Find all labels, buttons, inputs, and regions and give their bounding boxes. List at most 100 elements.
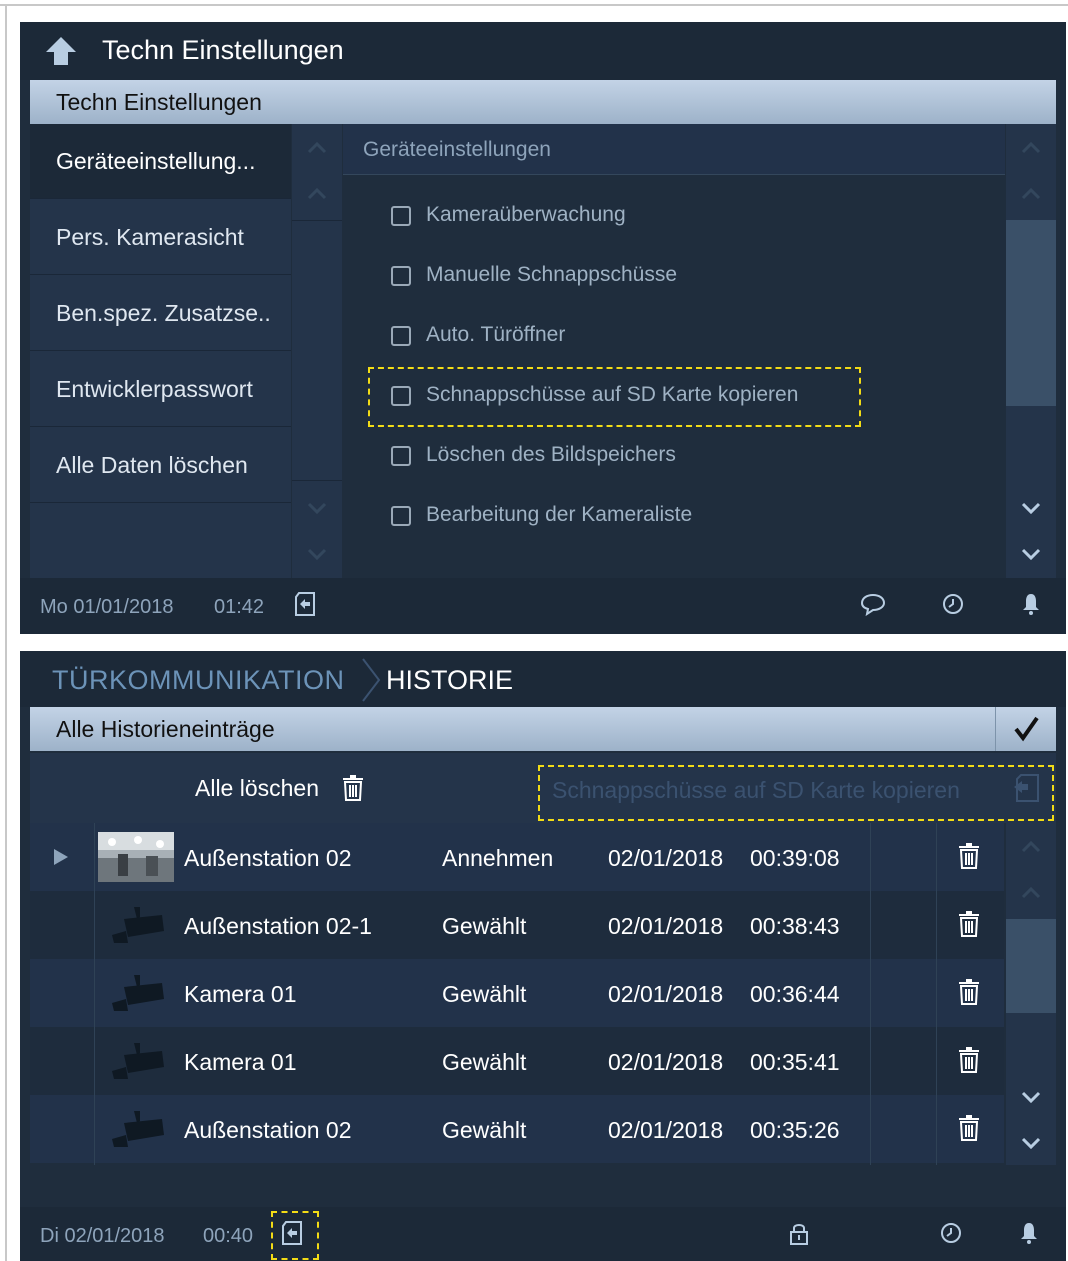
option-edit-camera-list[interactable]: Bearbeitung der Kameraliste bbox=[391, 500, 951, 536]
breadcrumb-parent[interactable]: TÜRKOMMUNIKATION bbox=[52, 665, 345, 696]
camera-icon bbox=[112, 975, 164, 1011]
entry-time: 00:35:41 bbox=[750, 1049, 840, 1075]
trash-icon[interactable] bbox=[958, 1047, 980, 1073]
breadcrumb: TÜRKOMMUNIKATION HISTORIE bbox=[20, 651, 1066, 707]
scroll-down-icon[interactable] bbox=[1021, 1091, 1041, 1103]
section-header[interactable]: Alle Historieneinträge bbox=[30, 707, 1056, 751]
entry-time: 00:36:44 bbox=[750, 981, 840, 1007]
status-time: 00:40 bbox=[203, 1225, 254, 1247]
entry-name: Kamera 01 bbox=[184, 981, 297, 1007]
checkbox[interactable] bbox=[391, 206, 411, 226]
option-manual-snapshots[interactable]: Manuelle Schnappschüsse bbox=[391, 260, 951, 296]
option-delete-image-memory[interactable]: Löschen des Bildspeichers bbox=[391, 440, 951, 476]
nav-item-label: Pers. Kamerasicht bbox=[56, 224, 244, 250]
camera-icon bbox=[112, 1043, 164, 1079]
scroll-top-icon[interactable] bbox=[1021, 142, 1041, 154]
checkbox[interactable] bbox=[391, 506, 411, 526]
snapshot-thumbnail[interactable] bbox=[98, 832, 174, 882]
play-icon[interactable] bbox=[52, 847, 70, 867]
scroll-top-icon[interactable] bbox=[1021, 841, 1041, 853]
nav-item-camera-view[interactable]: Pers. Kamerasicht bbox=[30, 200, 291, 275]
history-row[interactable]: Außenstation 02 Gewählt 02/01/2018 00:35… bbox=[30, 1095, 1004, 1163]
nav-item-delete-all-data[interactable]: Alle Daten löschen bbox=[30, 428, 291, 503]
message-icon[interactable] bbox=[860, 591, 886, 617]
nav-item-developer-password[interactable]: Entwicklerpasswort bbox=[30, 352, 291, 427]
content-scrollbar[interactable] bbox=[1006, 124, 1056, 578]
entry-date: 02/01/2018 bbox=[608, 981, 724, 1007]
history-clock-icon[interactable] bbox=[938, 1220, 964, 1246]
history-screen: TÜRKOMMUNIKATION HISTORIE Alle Historien… bbox=[20, 651, 1066, 1261]
settings-nav-list: Geräteeinstellung... Pers. Kamerasicht B… bbox=[30, 124, 291, 578]
checkmark-icon bbox=[1014, 716, 1039, 742]
option-label: Manuelle Schnappschüsse bbox=[426, 263, 677, 286]
trash-icon[interactable] bbox=[342, 775, 364, 801]
scroll-thumb[interactable] bbox=[1006, 220, 1056, 406]
breadcrumb-separator-icon bbox=[362, 658, 381, 702]
scroll-up-icon[interactable] bbox=[1021, 887, 1041, 899]
highlight-box bbox=[368, 367, 861, 427]
trash-icon[interactable] bbox=[958, 979, 980, 1005]
camera-icon bbox=[112, 907, 164, 943]
entry-name: Außenstation 02 bbox=[184, 1117, 352, 1143]
trash-icon[interactable] bbox=[958, 1115, 980, 1141]
option-camera-monitoring[interactable]: Kameraüberwachung bbox=[391, 200, 951, 236]
device-settings-content: Geräteeinstellungen Kameraüberwachung Ma… bbox=[343, 124, 1005, 578]
status-time: 01:42 bbox=[214, 596, 265, 618]
breadcrumb-current: HISTORIE bbox=[386, 665, 514, 695]
history-clock-icon[interactable] bbox=[940, 591, 966, 617]
back-arrow-icon[interactable] bbox=[44, 34, 78, 68]
nav-item-label: Ben.spez. Zusatzse.. bbox=[56, 300, 271, 326]
lock-icon[interactable] bbox=[786, 1220, 812, 1246]
bell-icon[interactable] bbox=[1018, 591, 1044, 617]
title-bar: Techn Einstellungen bbox=[20, 22, 1066, 80]
entry-date: 02/01/2018 bbox=[608, 913, 724, 939]
column-divider bbox=[936, 823, 937, 1165]
sd-card-export-icon[interactable] bbox=[292, 591, 318, 617]
option-label: Löschen des Bildspeichers bbox=[426, 443, 676, 466]
bell-icon[interactable] bbox=[1016, 1220, 1042, 1246]
section-header-label: Techn Einstellungen bbox=[56, 89, 262, 115]
scroll-thumb[interactable] bbox=[1006, 919, 1056, 1013]
status-date: Mo 01/01/2018 bbox=[40, 596, 174, 618]
column-divider bbox=[870, 823, 871, 1165]
confirm-button[interactable] bbox=[995, 707, 1056, 751]
scroll-bottom-icon[interactable] bbox=[1021, 1137, 1041, 1149]
entry-action: Gewählt bbox=[442, 981, 527, 1007]
entry-name: Außenstation 02-1 bbox=[184, 913, 372, 939]
entry-date: 02/01/2018 bbox=[608, 1049, 724, 1075]
delete-all-button[interactable]: Alle löschen bbox=[195, 775, 319, 802]
option-auto-door-opener[interactable]: Auto. Türöffner bbox=[391, 320, 951, 356]
history-row[interactable]: Kamera 01 Gewählt 02/01/2018 00:35:41 bbox=[30, 1027, 1004, 1095]
history-row[interactable]: Kamera 01 Gewählt 02/01/2018 00:36:44 bbox=[30, 959, 1004, 1027]
scroll-up-icon[interactable] bbox=[307, 188, 327, 200]
page-title: Techn Einstellungen bbox=[102, 35, 344, 65]
entry-action: Gewählt bbox=[442, 1117, 527, 1143]
highlight-box bbox=[538, 765, 1054, 821]
nav-item-user-extras[interactable]: Ben.spez. Zusatzse.. bbox=[30, 276, 291, 351]
nav-item-device-settings[interactable]: Geräteeinstellung... bbox=[30, 124, 291, 199]
nav-scrollbar[interactable] bbox=[292, 124, 342, 578]
status-bar: Mo 01/01/2018 01:42 bbox=[20, 578, 1066, 634]
scroll-bottom-icon[interactable] bbox=[307, 548, 327, 560]
scroll-down-icon[interactable] bbox=[307, 502, 327, 514]
trash-icon[interactable] bbox=[958, 911, 980, 937]
checkbox[interactable] bbox=[391, 446, 411, 466]
nav-item-label: Entwicklerpasswort bbox=[56, 376, 253, 402]
checkbox[interactable] bbox=[391, 266, 411, 286]
option-label: Kameraüberwachung bbox=[426, 203, 626, 226]
section-header-label: Alle Historieneinträge bbox=[56, 716, 275, 742]
history-row[interactable]: Außenstation 02-1 Gewählt 02/01/2018 00:… bbox=[30, 891, 1004, 959]
status-date: Di 02/01/2018 bbox=[40, 1225, 165, 1247]
trash-icon[interactable] bbox=[958, 843, 980, 869]
checkbox[interactable] bbox=[391, 326, 411, 346]
scroll-bottom-icon[interactable] bbox=[1021, 548, 1041, 560]
column-divider bbox=[94, 823, 95, 1165]
scroll-up-icon[interactable] bbox=[1021, 188, 1041, 200]
scroll-down-icon[interactable] bbox=[1021, 502, 1041, 514]
history-row[interactable]: Außenstation 02 Annehmen 02/01/2018 00:3… bbox=[30, 823, 1004, 891]
history-scrollbar[interactable] bbox=[1006, 823, 1056, 1165]
scroll-top-icon[interactable] bbox=[307, 142, 327, 154]
nav-item-label: Geräteeinstellung... bbox=[56, 148, 256, 174]
content-header: Geräteeinstellungen bbox=[343, 124, 1005, 175]
entry-time: 00:35:26 bbox=[750, 1117, 840, 1143]
